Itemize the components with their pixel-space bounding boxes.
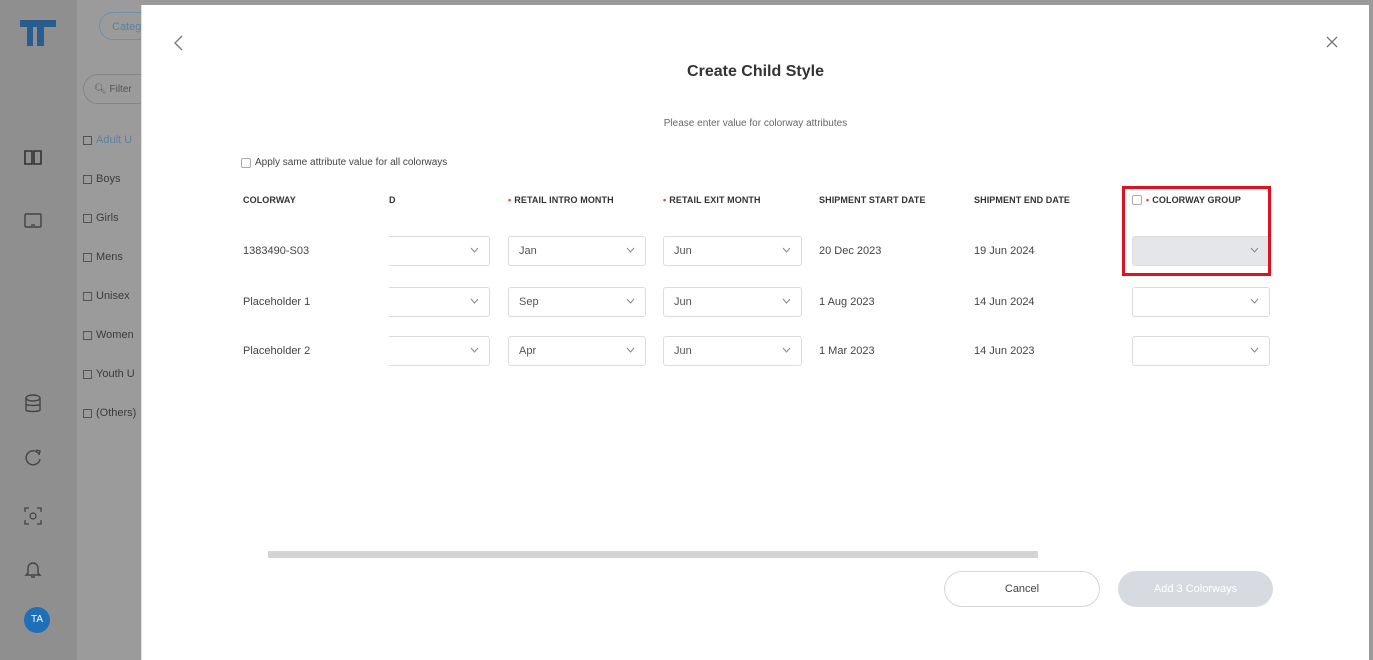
category-label: Girls (96, 212, 119, 224)
category-item[interactable]: Boys (83, 173, 120, 185)
category-label: Youth U (96, 368, 135, 380)
refresh-icon[interactable] (22, 446, 44, 468)
category-item[interactable]: Adult U (83, 134, 132, 146)
required-marker: • (663, 195, 667, 205)
chevron-down-icon (470, 347, 479, 353)
filter-placeholder: Filter (109, 84, 132, 95)
apply-all-toggle[interactable]: Apply same attribute value for all color… (241, 157, 447, 168)
select-value: Apr (519, 345, 537, 357)
user-avatar[interactable]: TA (24, 607, 50, 633)
back-chevron-icon[interactable] (172, 34, 186, 52)
monitor-icon[interactable] (22, 210, 44, 232)
category-item[interactable]: Youth U (83, 368, 135, 380)
retail-intro-month-select[interactable]: Sep (508, 287, 646, 317)
colorway-cell: Placeholder 1 (243, 296, 311, 308)
bell-icon[interactable] (22, 558, 44, 580)
header-label: RETAIL INTRO MONTH (514, 195, 614, 205)
expand-icon (83, 330, 92, 340)
retail-exit-month-select[interactable]: Jun (663, 336, 802, 366)
shipment-end-cell: 14 Jun 2024 (974, 296, 1035, 308)
apply-all-label: Apply same attribute value for all color… (255, 157, 448, 168)
expand-icon (83, 369, 92, 379)
expand-icon (83, 291, 92, 301)
expand-icon (83, 174, 92, 184)
app-sidebar: TA (0, 0, 78, 660)
retail-intro-month-select[interactable]: Jan (508, 236, 646, 266)
select-value: Jun (674, 345, 692, 357)
header-retail-intro-month: • RETAIL INTRO MONTH (508, 195, 614, 205)
expand-icon (83, 252, 92, 262)
create-child-style-modal: Create Child Style Please enter value fo… (141, 5, 1369, 660)
highlight-box (1122, 186, 1271, 276)
database-icon[interactable] (22, 393, 44, 415)
header-shipment-start-date: SHIPMENT START DATE (819, 195, 926, 205)
chevron-down-icon (626, 298, 635, 304)
scan-icon[interactable] (22, 505, 44, 527)
modal-title: Create Child Style (687, 63, 824, 80)
shipment-end-cell: 14 Jun 2023 (974, 345, 1035, 357)
select-value: Jun (674, 245, 692, 257)
book-icon[interactable] (22, 146, 44, 168)
chevron-down-icon (626, 247, 635, 253)
retail-exit-month-select[interactable]: Jun (663, 287, 802, 317)
cancel-button[interactable]: Cancel (944, 571, 1100, 607)
d-select[interactable] (389, 236, 490, 266)
horizontal-scrollbar[interactable] (268, 551, 1038, 558)
chevron-down-icon (1250, 298, 1259, 304)
retail-intro-month-select[interactable]: Apr (508, 336, 646, 366)
close-icon[interactable] (1325, 35, 1339, 49)
header-retail-exit-month: • RETAIL EXIT MONTH (663, 195, 761, 205)
category-item[interactable]: Unisex (83, 290, 130, 302)
shipment-start-cell: 1 Aug 2023 (819, 296, 875, 308)
expand-icon (83, 408, 92, 418)
retail-exit-month-select[interactable]: Jun (663, 236, 802, 266)
shipment-start-cell: 1 Mar 2023 (819, 345, 875, 357)
category-label: Mens (96, 251, 123, 263)
select-value: Jan (519, 245, 537, 257)
add-colorways-button[interactable]: Add 3 Colorways (1118, 571, 1273, 607)
d-select[interactable] (389, 287, 490, 317)
chevron-down-icon (470, 298, 479, 304)
apply-all-checkbox[interactable] (241, 157, 251, 168)
category-label: Women (96, 329, 134, 341)
select-value: Sep (519, 296, 539, 308)
category-panel: Categ 🔍︎ Filter Adult U Boys Girls Mens … (77, 0, 141, 660)
chevron-down-icon (782, 247, 791, 253)
required-marker: • (508, 195, 512, 205)
category-label: (Others) (96, 407, 137, 419)
chevron-down-icon (626, 347, 635, 353)
expand-icon (83, 213, 92, 223)
category-label: Boys (96, 173, 121, 185)
header-colorway: COLORWAY (243, 195, 296, 205)
modal-subtitle: Please enter value for colorway attribut… (663, 118, 848, 129)
header-d: D (389, 195, 396, 205)
chevron-down-icon (782, 347, 791, 353)
header-shipment-end-date: SHIPMENT END DATE (974, 195, 1071, 205)
header-label: RETAIL EXIT MONTH (669, 195, 761, 205)
colorway-group-select[interactable] (1132, 336, 1270, 366)
colorway-group-select[interactable] (1132, 287, 1270, 317)
category-item[interactable]: Girls (83, 212, 119, 224)
category-button[interactable]: Categ (99, 12, 141, 40)
select-value: Jun (674, 296, 692, 308)
shipment-end-cell: 19 Jun 2024 (974, 245, 1035, 257)
chevron-down-icon (782, 298, 791, 304)
category-label: Unisex (96, 290, 130, 302)
category-label: Adult U (96, 134, 133, 146)
shipment-start-cell: 20 Dec 2023 (819, 245, 882, 257)
app-logo-icon[interactable] (18, 18, 58, 53)
chevron-down-icon (470, 247, 479, 253)
colorway-cell: 1383490-S03 (243, 245, 310, 257)
search-icon: 🔍︎ (94, 84, 107, 95)
filter-input[interactable]: 🔍︎ Filter (83, 74, 141, 104)
category-item[interactable]: (Others) (83, 407, 136, 419)
expand-icon (83, 135, 92, 145)
chevron-down-icon (1250, 347, 1259, 353)
category-item[interactable]: Mens (83, 251, 123, 263)
d-select[interactable] (389, 336, 490, 366)
category-item[interactable]: Women (83, 329, 134, 341)
colorway-cell: Placeholder 2 (243, 345, 311, 357)
